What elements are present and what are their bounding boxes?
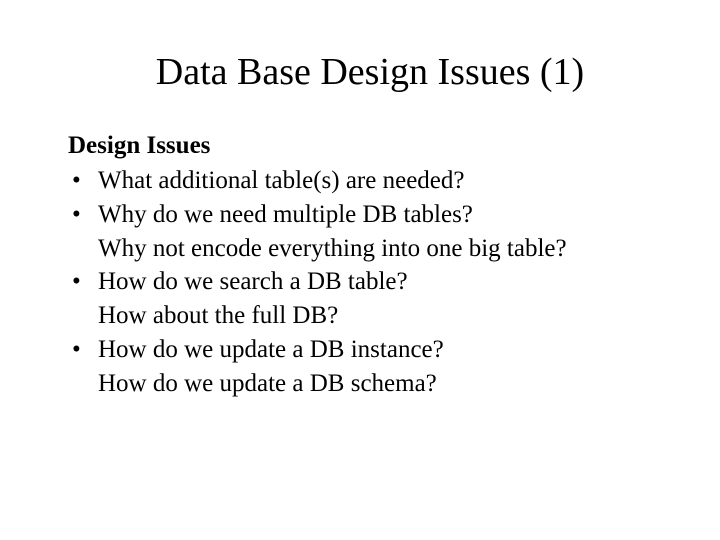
bullet-continuation: Why not encode everything into one big t… [98, 232, 660, 266]
list-item: How do we search a DB table? How about t… [68, 265, 660, 333]
bullet-text: What additional table(s) are needed? [98, 167, 464, 194]
section-heading: Design Issues [68, 132, 660, 160]
bullet-text: Why do we need multiple DB tables? [98, 201, 473, 228]
bullet-continuation: How do we update a DB schema? [98, 367, 660, 401]
list-item: Why do we need multiple DB tables? Why n… [68, 198, 660, 266]
bullet-text: How do we search a DB table? [98, 268, 408, 295]
list-item: What additional table(s) are needed? [68, 164, 660, 198]
page-title: Data Base Design Issues (1) [80, 50, 660, 94]
list-item: How do we update a DB instance? How do w… [68, 333, 660, 401]
bullet-list: What additional table(s) are needed? Why… [68, 164, 660, 400]
content-area: Design Issues What additional table(s) a… [60, 132, 660, 400]
bullet-continuation: How about the full DB? [98, 299, 660, 333]
bullet-text: How do we update a DB instance? [98, 336, 444, 363]
